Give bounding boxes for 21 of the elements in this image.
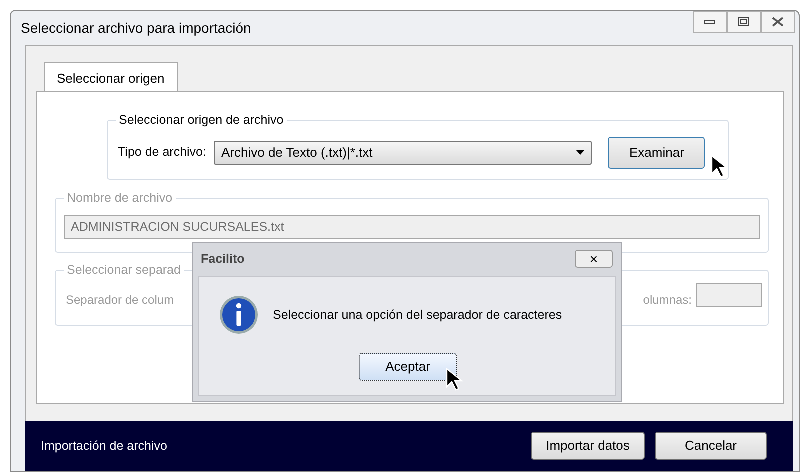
minimize-icon[interactable] — [704, 18, 716, 26]
caret-icon — [576, 150, 586, 156]
info-icon — [219, 295, 259, 335]
action-button[interactable]: Importar datos — [531, 432, 645, 460]
browse-button[interactable]: Examinar — [608, 137, 706, 168]
close-icon[interactable] — [772, 17, 784, 27]
accept-button[interactable]: Aceptar — [359, 353, 457, 380]
window-title: Seleccionar archivo para importación — [21, 18, 252, 38]
maximize-icon[interactable] — [738, 17, 750, 27]
dialog-message: Seleccionar una opción del separador de caracteres — [273, 306, 562, 324]
status-text: Importación de archivo — [41, 438, 168, 455]
dialog-title: Facilito — [201, 250, 245, 268]
group-title: Seleccionar origen de archivo — [116, 112, 287, 128]
action-button[interactable]: Cancelar — [655, 432, 767, 460]
group-title: Seleccionar separad — [64, 262, 184, 278]
field-label: olumnas: — [643, 292, 692, 309]
field-label: Tipo de archivo: — [118, 144, 206, 162]
close-button[interactable]: × — [575, 250, 613, 268]
file-type-dropdown[interactable]: Archivo de Texto (.txt)|*.txt — [214, 140, 592, 165]
field-label: Separador de colum — [66, 292, 174, 309]
tab[interactable]: Seleccionar origen — [44, 62, 178, 92]
